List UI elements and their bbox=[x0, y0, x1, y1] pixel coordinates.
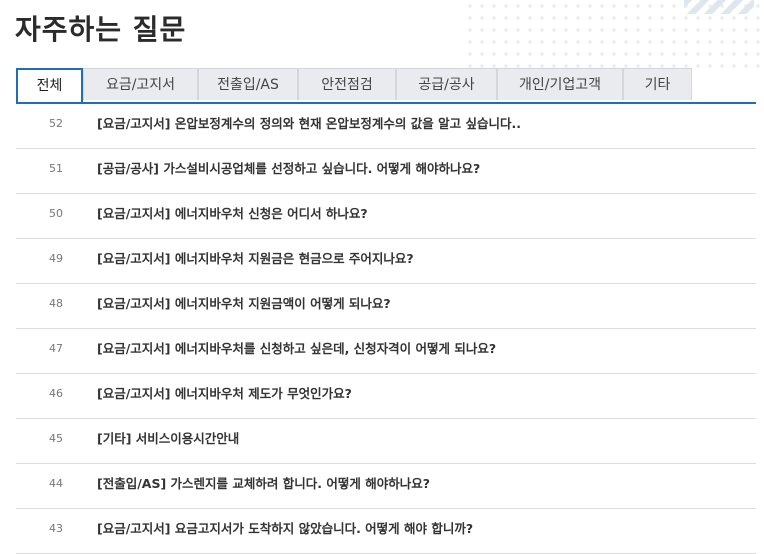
faq-question-text: 온압보정계수의 정의와 현재 온압보정계수의 값을 알고 싶습니다.. bbox=[174, 116, 521, 131]
faq-category: [기타] bbox=[97, 431, 132, 446]
faq-row[interactable]: 47 [요금/고지서] 에너지바우처를 신청하고 싶은데, 신청자격이 어떻게 … bbox=[16, 329, 756, 374]
faq-question[interactable]: [요금/고지서] 에너지바우처 제도가 무엇인가요? bbox=[97, 374, 352, 414]
faq-number: 46 bbox=[49, 387, 63, 400]
faq-number: 47 bbox=[49, 342, 63, 355]
faq-number: 52 bbox=[49, 117, 63, 130]
category-tabs: 전체 요금/고지서 전출입/AS 안전점검 공급/공사 개인/기업고객 기타 bbox=[16, 68, 756, 104]
faq-category: [요금/고지서] bbox=[97, 386, 171, 401]
faq-question[interactable]: [전출입/AS] 가스렌지를 교체하려 합니다. 어떻게 해야하나요? bbox=[97, 464, 430, 504]
tab-supply-construction[interactable]: 공급/공사 bbox=[396, 68, 497, 100]
faq-question-text: 가스설비시공업체를 선정하고 싶습니다. 어떻게 해야하나요? bbox=[163, 161, 481, 176]
faq-number: 50 bbox=[49, 207, 63, 220]
faq-question[interactable]: [요금/고지서] 에너지바우처를 신청하고 싶은데, 신청자격이 어떻게 되나요… bbox=[97, 329, 496, 369]
faq-question-text: 에너지바우처를 신청하고 싶은데, 신청자격이 어떻게 되나요? bbox=[174, 341, 497, 356]
tab-personal-business[interactable]: 개인/기업고객 bbox=[497, 68, 623, 100]
faq-category: [공급/공사] bbox=[97, 161, 159, 176]
faq-number: 49 bbox=[49, 252, 63, 265]
faq-number: 43 bbox=[49, 522, 63, 535]
faq-row[interactable]: 44 [전출입/AS] 가스렌지를 교체하려 합니다. 어떻게 해야하나요? bbox=[16, 464, 756, 509]
faq-category: [요금/고지서] bbox=[97, 521, 171, 536]
faq-row[interactable]: 52 [요금/고지서] 온압보정계수의 정의와 현재 온압보정계수의 값을 알고… bbox=[16, 104, 756, 149]
faq-row[interactable]: 45 [기타] 서비스이용시간안내 bbox=[16, 419, 756, 464]
faq-question-text: 에너지바우처 지원금액이 어떻게 되나요? bbox=[174, 296, 391, 311]
faq-category: [요금/고지서] bbox=[97, 341, 171, 356]
faq-number: 44 bbox=[49, 477, 63, 490]
faq-number: 51 bbox=[49, 162, 63, 175]
tab-etc[interactable]: 기타 bbox=[623, 68, 692, 100]
faq-category: [요금/고지서] bbox=[97, 296, 171, 311]
faq-category: [요금/고지서] bbox=[97, 251, 171, 266]
tab-safety-check[interactable]: 안전점검 bbox=[298, 68, 396, 100]
faq-question[interactable]: [요금/고지서] 온압보정계수의 정의와 현재 온압보정계수의 값을 알고 싶습… bbox=[97, 104, 521, 144]
faq-question[interactable]: [요금/고지서] 에너지바우처 지원금은 현금으로 주어지나요? bbox=[97, 239, 414, 279]
faq-number: 45 bbox=[49, 432, 63, 445]
faq-row[interactable]: 48 [요금/고지서] 에너지바우처 지원금액이 어떻게 되나요? bbox=[16, 284, 756, 329]
tab-moving-as[interactable]: 전출입/AS bbox=[198, 68, 298, 100]
tab-billing[interactable]: 요금/고지서 bbox=[83, 68, 198, 100]
faq-question-text: 에너지바우처 신청은 어디서 하나요? bbox=[174, 206, 368, 221]
page-title: 자주하는 질문 bbox=[15, 13, 187, 46]
faq-question[interactable]: [요금/고지서] 에너지바우처 신청은 어디서 하나요? bbox=[97, 194, 368, 234]
faq-question-text: 가스렌지를 교체하려 합니다. 어떻게 해야하나요? bbox=[170, 476, 430, 491]
tab-all[interactable]: 전체 bbox=[16, 68, 83, 102]
faq-category: [전출입/AS] bbox=[97, 476, 167, 491]
faq-row[interactable]: 49 [요금/고지서] 에너지바우처 지원금은 현금으로 주어지나요? bbox=[16, 239, 756, 284]
faq-category: [요금/고지서] bbox=[97, 206, 171, 221]
header-stripe-decoration bbox=[684, 0, 754, 14]
faq-question-text: 서비스이용시간안내 bbox=[135, 431, 240, 446]
faq-row[interactable]: 50 [요금/고지서] 에너지바우처 신청은 어디서 하나요? bbox=[16, 194, 756, 239]
faq-question-text: 에너지바우처 제도가 무엇인가요? bbox=[174, 386, 352, 401]
faq-row[interactable]: 51 [공급/공사] 가스설비시공업체를 선정하고 싶습니다. 어떻게 해야하나… bbox=[16, 149, 756, 194]
faq-row[interactable]: 43 [요금/고지서] 요금고지서가 도착하지 않았습니다. 어떻게 해야 합니… bbox=[16, 509, 756, 554]
faq-question-text: 요금고지서가 도착하지 않았습니다. 어떻게 해야 합니까? bbox=[174, 521, 474, 536]
faq-question-text: 에너지바우처 지원금은 현금으로 주어지나요? bbox=[174, 251, 414, 266]
faq-category: [요금/고지서] bbox=[97, 116, 171, 131]
faq-question[interactable]: [요금/고지서] 에너지바우처 지원금액이 어떻게 되나요? bbox=[97, 284, 391, 324]
faq-question[interactable]: [공급/공사] 가스설비시공업체를 선정하고 싶습니다. 어떻게 해야하나요? bbox=[97, 149, 480, 189]
faq-question[interactable]: [기타] 서비스이용시간안내 bbox=[97, 419, 239, 459]
faq-number: 48 bbox=[49, 297, 63, 310]
faq-list: 52 [요금/고지서] 온압보정계수의 정의와 현재 온압보정계수의 값을 알고… bbox=[16, 104, 756, 554]
faq-row[interactable]: 46 [요금/고지서] 에너지바우처 제도가 무엇인가요? bbox=[16, 374, 756, 419]
faq-question[interactable]: [요금/고지서] 요금고지서가 도착하지 않았습니다. 어떻게 해야 합니까? bbox=[97, 509, 473, 549]
